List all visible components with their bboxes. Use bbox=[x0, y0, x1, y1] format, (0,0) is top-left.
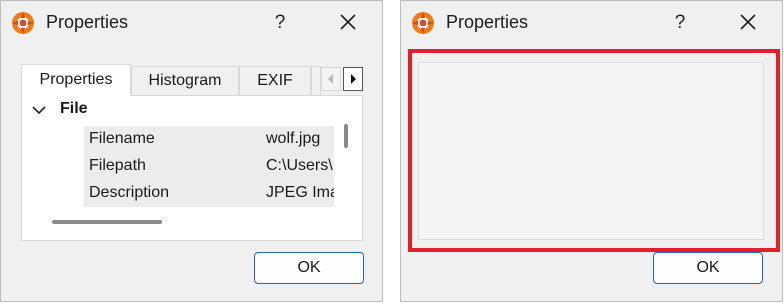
tab-properties[interactable]: Properties bbox=[21, 64, 131, 96]
close-button[interactable] bbox=[333, 9, 363, 37]
close-icon bbox=[740, 14, 756, 30]
tree-group-file[interactable]: File bbox=[22, 96, 342, 126]
tab-clipped[interactable] bbox=[311, 66, 321, 96]
property-row-filepath[interactable]: Filepath C:\Users\ bbox=[84, 153, 334, 180]
app-icon bbox=[12, 12, 34, 34]
property-value: JPEG Image bbox=[266, 184, 334, 201]
chevron-left-icon bbox=[328, 74, 333, 84]
vertical-scrollbar-thumb[interactable] bbox=[344, 124, 348, 148]
tab-scroll-prev-button[interactable] bbox=[321, 67, 341, 91]
property-name: Filepath bbox=[89, 157, 146, 174]
chevron-down-icon[interactable] bbox=[32, 105, 46, 115]
ok-button[interactable]: OK bbox=[254, 252, 364, 284]
app-icon bbox=[412, 12, 434, 34]
property-row-filename[interactable]: Filename wolf.jpg bbox=[84, 126, 334, 153]
dialog-title: Properties bbox=[446, 12, 529, 32]
properties-dialog-left: Properties ? Properties Histogram EXIF F… bbox=[0, 0, 383, 302]
title-bar: Properties ? bbox=[1, 1, 382, 45]
dialog-title: Properties bbox=[46, 12, 129, 32]
tab-histogram[interactable]: Histogram bbox=[131, 66, 239, 96]
help-button[interactable]: ? bbox=[265, 9, 295, 37]
chevron-right-icon bbox=[351, 74, 356, 84]
tree-group-label: File bbox=[60, 100, 88, 117]
property-value: wolf.jpg bbox=[266, 130, 321, 147]
help-button[interactable]: ? bbox=[665, 9, 695, 37]
properties-tab-panel: File Filename wolf.jpg Filepath C:\Users… bbox=[21, 95, 363, 241]
horizontal-scrollbar-thumb[interactable] bbox=[52, 220, 162, 224]
property-value: C:\Users\ bbox=[266, 157, 333, 174]
tab-exif[interactable]: EXIF bbox=[239, 66, 311, 96]
ok-button[interactable]: OK bbox=[653, 252, 763, 284]
property-name: Description bbox=[89, 184, 170, 201]
highlight-annotation bbox=[408, 49, 780, 252]
title-bar: Properties ? bbox=[401, 1, 782, 45]
close-icon bbox=[340, 14, 356, 30]
property-name: Filename bbox=[89, 130, 155, 147]
close-button[interactable] bbox=[733, 9, 763, 37]
properties-dialog-right: Properties ? OK bbox=[400, 0, 783, 302]
property-row-description[interactable]: Description JPEG Image bbox=[84, 180, 334, 207]
tab-scroll-next-button[interactable] bbox=[343, 67, 363, 91]
